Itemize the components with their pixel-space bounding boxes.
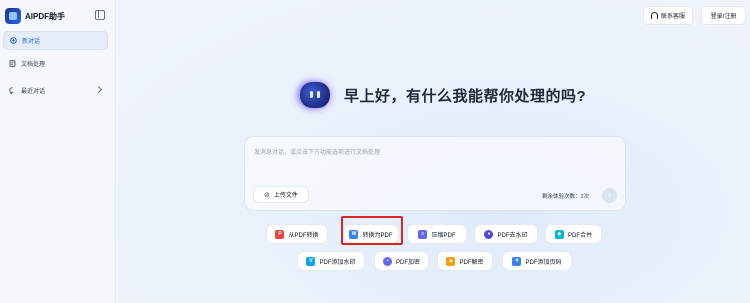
brand[interactable]: AIPDF助手 <box>5 7 65 25</box>
tool-add-page-number-button[interactable]: # PDF添加页码 <box>502 251 572 271</box>
sidebar-item-document[interactable]: 文档处理 <box>3 54 108 73</box>
sidebar-item-new-chat[interactable]: 新对话 <box>3 31 108 50</box>
greeting: 早上好，有什么我能帮你处理的吗? <box>300 82 586 108</box>
tool-label: PDF解密 <box>459 259 484 266</box>
remaining-uses-text: 剩余体验次数：2次 <box>542 194 590 200</box>
bot-eye <box>317 91 320 98</box>
add-watermark-icon: V <box>306 256 316 266</box>
contact-support-label: 联系客服 <box>660 14 685 20</box>
main-area: 联系客服 登录/注册 早上好，有什么我能帮你处理的吗? ⊘ 上传文件 剩余体验次… <box>116 0 750 303</box>
sidebar-item-recent-chats[interactable]: 最近对话 <box>3 81 108 100</box>
sidebar-item-label: 新对话 <box>22 39 41 45</box>
page-number-icon: # <box>512 256 522 266</box>
bot-eye <box>310 91 313 98</box>
login-register-label: 登录/注册 <box>710 14 737 20</box>
sidebar-collapse-icon[interactable] <box>95 10 105 20</box>
tool-label: PDF添加水印 <box>319 259 356 266</box>
highlight-box <box>341 216 403 245</box>
app-logo-icon <box>5 8 21 24</box>
new-chat-icon <box>10 37 17 44</box>
compress-icon: ≡ <box>418 229 428 239</box>
app-name: AIPDF助手 <box>25 11 65 21</box>
tool-label: PDF去水印 <box>497 232 528 239</box>
headset-icon <box>650 12 658 19</box>
paperclip-icon: ⊘ <box>264 191 270 199</box>
tool-from-pdf-button[interactable]: P 从PDF转换 <box>266 224 328 244</box>
sidebar-item-label: 文档处理 <box>21 62 46 68</box>
tool-label: 从PDF转换 <box>288 232 319 239</box>
login-register-button[interactable]: 登录/注册 <box>701 6 746 25</box>
tool-compress-pdf-button[interactable]: ≡ 压缩PDF <box>407 224 467 244</box>
upload-file-label: 上传文件 <box>273 193 298 199</box>
bot-avatar-icon <box>300 82 330 108</box>
encrypt-icon: • <box>382 256 392 266</box>
upload-file-button[interactable]: ⊘ 上传文件 <box>253 186 309 203</box>
tool-label: PDF加密 <box>395 259 420 266</box>
chat-input[interactable] <box>254 146 614 160</box>
tool-add-watermark-button[interactable]: V PDF添加水印 <box>297 251 365 271</box>
sidebar-item-label: 最近对话 <box>21 89 46 95</box>
tool-label: PDF合并 <box>567 232 592 239</box>
chevron-right-icon <box>94 85 103 94</box>
send-button[interactable]: ↑ <box>602 188 617 203</box>
chat-bubble-icon <box>9 87 16 94</box>
remove-watermark-icon: ● <box>484 229 494 239</box>
pdf-convert-icon: P <box>275 229 285 239</box>
merge-icon: ◆ <box>554 229 564 239</box>
tool-merge-pdf-button[interactable]: ◆ PDF合并 <box>545 224 602 244</box>
chat-box: ⊘ 上传文件 剩余体验次数：2次 ↑ <box>244 136 626 211</box>
tool-remove-watermark-button[interactable]: ● PDF去水印 <box>474 224 538 244</box>
greeting-text: 早上好，有什么我能帮你处理的吗? <box>344 87 587 105</box>
tool-label: 压缩PDF <box>431 232 456 239</box>
tool-encrypt-pdf-button[interactable]: • PDF加密 <box>374 251 429 271</box>
tool-label: PDF添加页码 <box>525 259 562 266</box>
sidebar: AIPDF助手 新对话 文档处理 最近对话 <box>0 0 116 303</box>
document-icon <box>9 60 16 67</box>
decrypt-icon: ◈ <box>446 256 456 266</box>
contact-support-button[interactable]: 联系客服 <box>643 6 693 25</box>
tool-decrypt-pdf-button[interactable]: ◈ PDF解密 <box>437 251 493 271</box>
arrow-up-icon: ↑ <box>607 191 612 200</box>
